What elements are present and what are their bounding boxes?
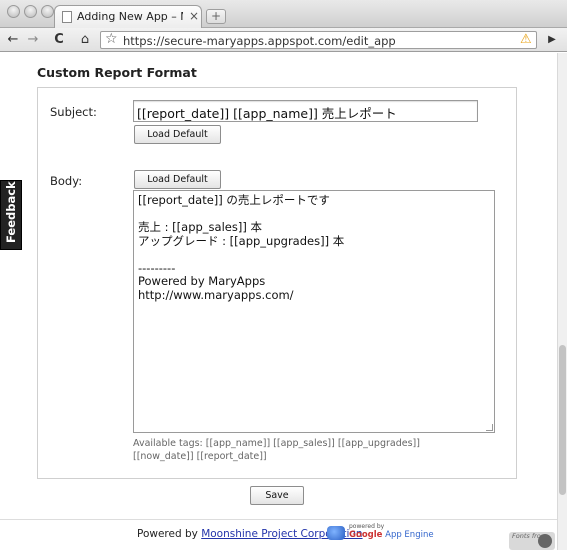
- fonts-logo-icon: [538, 534, 552, 548]
- subject-input[interactable]: [[report_date]] [[app_name]] 売上レポート: [133, 100, 478, 122]
- vertical-scrollbar[interactable]: [557, 53, 567, 550]
- app-engine-icon: [327, 526, 345, 540]
- new-tab-button[interactable]: +: [206, 9, 226, 24]
- resize-handle[interactable]: [486, 424, 493, 431]
- footer-divider: [0, 519, 557, 520]
- feedback-tab[interactable]: Feedback: [0, 180, 22, 250]
- powered-by-text: Powered by: [137, 528, 198, 540]
- fonts-from-badge[interactable]: Fonts from: [509, 532, 555, 550]
- address-bar[interactable]: ☆ https://secure-maryapps.appspot.com/ed…: [100, 31, 537, 49]
- gae-app-engine: App Engine: [385, 530, 434, 540]
- body-textarea[interactable]: [[report_date]] の売上レポートです 売上 : [[app_sal…: [133, 190, 495, 433]
- back-icon[interactable]: ←: [6, 31, 20, 48]
- gae-google: Google: [349, 530, 383, 540]
- body-text: [[report_date]] の売上レポートです 売上 : [[app_sal…: [138, 193, 345, 302]
- section-title: Custom Report Format: [37, 65, 197, 80]
- page-viewport: Custom Report Format Subject: [[report_d…: [0, 53, 557, 550]
- body-label: Body:: [50, 174, 83, 188]
- close-icon[interactable]: ×: [189, 9, 199, 23]
- close-window-button[interactable]: [7, 5, 20, 18]
- available-tags: Available tags: [[app_name]] [[app_sales…: [133, 438, 420, 462]
- tab-title: Adding New App – Mary App: [77, 10, 183, 23]
- forward-icon[interactable]: →: [26, 31, 40, 48]
- subject-load-default-button[interactable]: Load Default: [134, 125, 221, 144]
- browser-tab[interactable]: Adding New App – Mary App ×: [54, 5, 202, 29]
- reload-icon[interactable]: C: [52, 31, 66, 48]
- scrollbar-thumb[interactable]: [559, 345, 566, 495]
- browser-toolbar: ← → C ⌂ ☆ https://secure-maryapps.appspo…: [0, 28, 567, 52]
- subject-label: Subject:: [50, 105, 97, 119]
- page-menu-icon[interactable]: ▶: [545, 31, 559, 48]
- save-button[interactable]: Save: [250, 486, 304, 505]
- app-engine-badge[interactable]: powered by Google App Engine: [327, 523, 434, 543]
- zoom-window-button[interactable]: [41, 5, 54, 18]
- home-icon[interactable]: ⌂: [77, 31, 93, 48]
- gae-powered-by: powered by: [349, 523, 385, 530]
- feedback-label: Feedback: [4, 181, 18, 243]
- url-text[interactable]: https://secure-maryapps.appspot.com/edit…: [123, 34, 396, 48]
- body-load-default-button[interactable]: Load Default: [134, 170, 221, 189]
- minimize-window-button[interactable]: [24, 5, 37, 18]
- star-icon[interactable]: ☆: [105, 31, 118, 47]
- page-icon: [62, 11, 72, 23]
- warning-icon[interactable]: ⚠: [520, 32, 532, 47]
- gae-label: Google App Engine: [349, 530, 434, 540]
- browser-titlebar: Adding New App – Mary App × +: [0, 0, 567, 29]
